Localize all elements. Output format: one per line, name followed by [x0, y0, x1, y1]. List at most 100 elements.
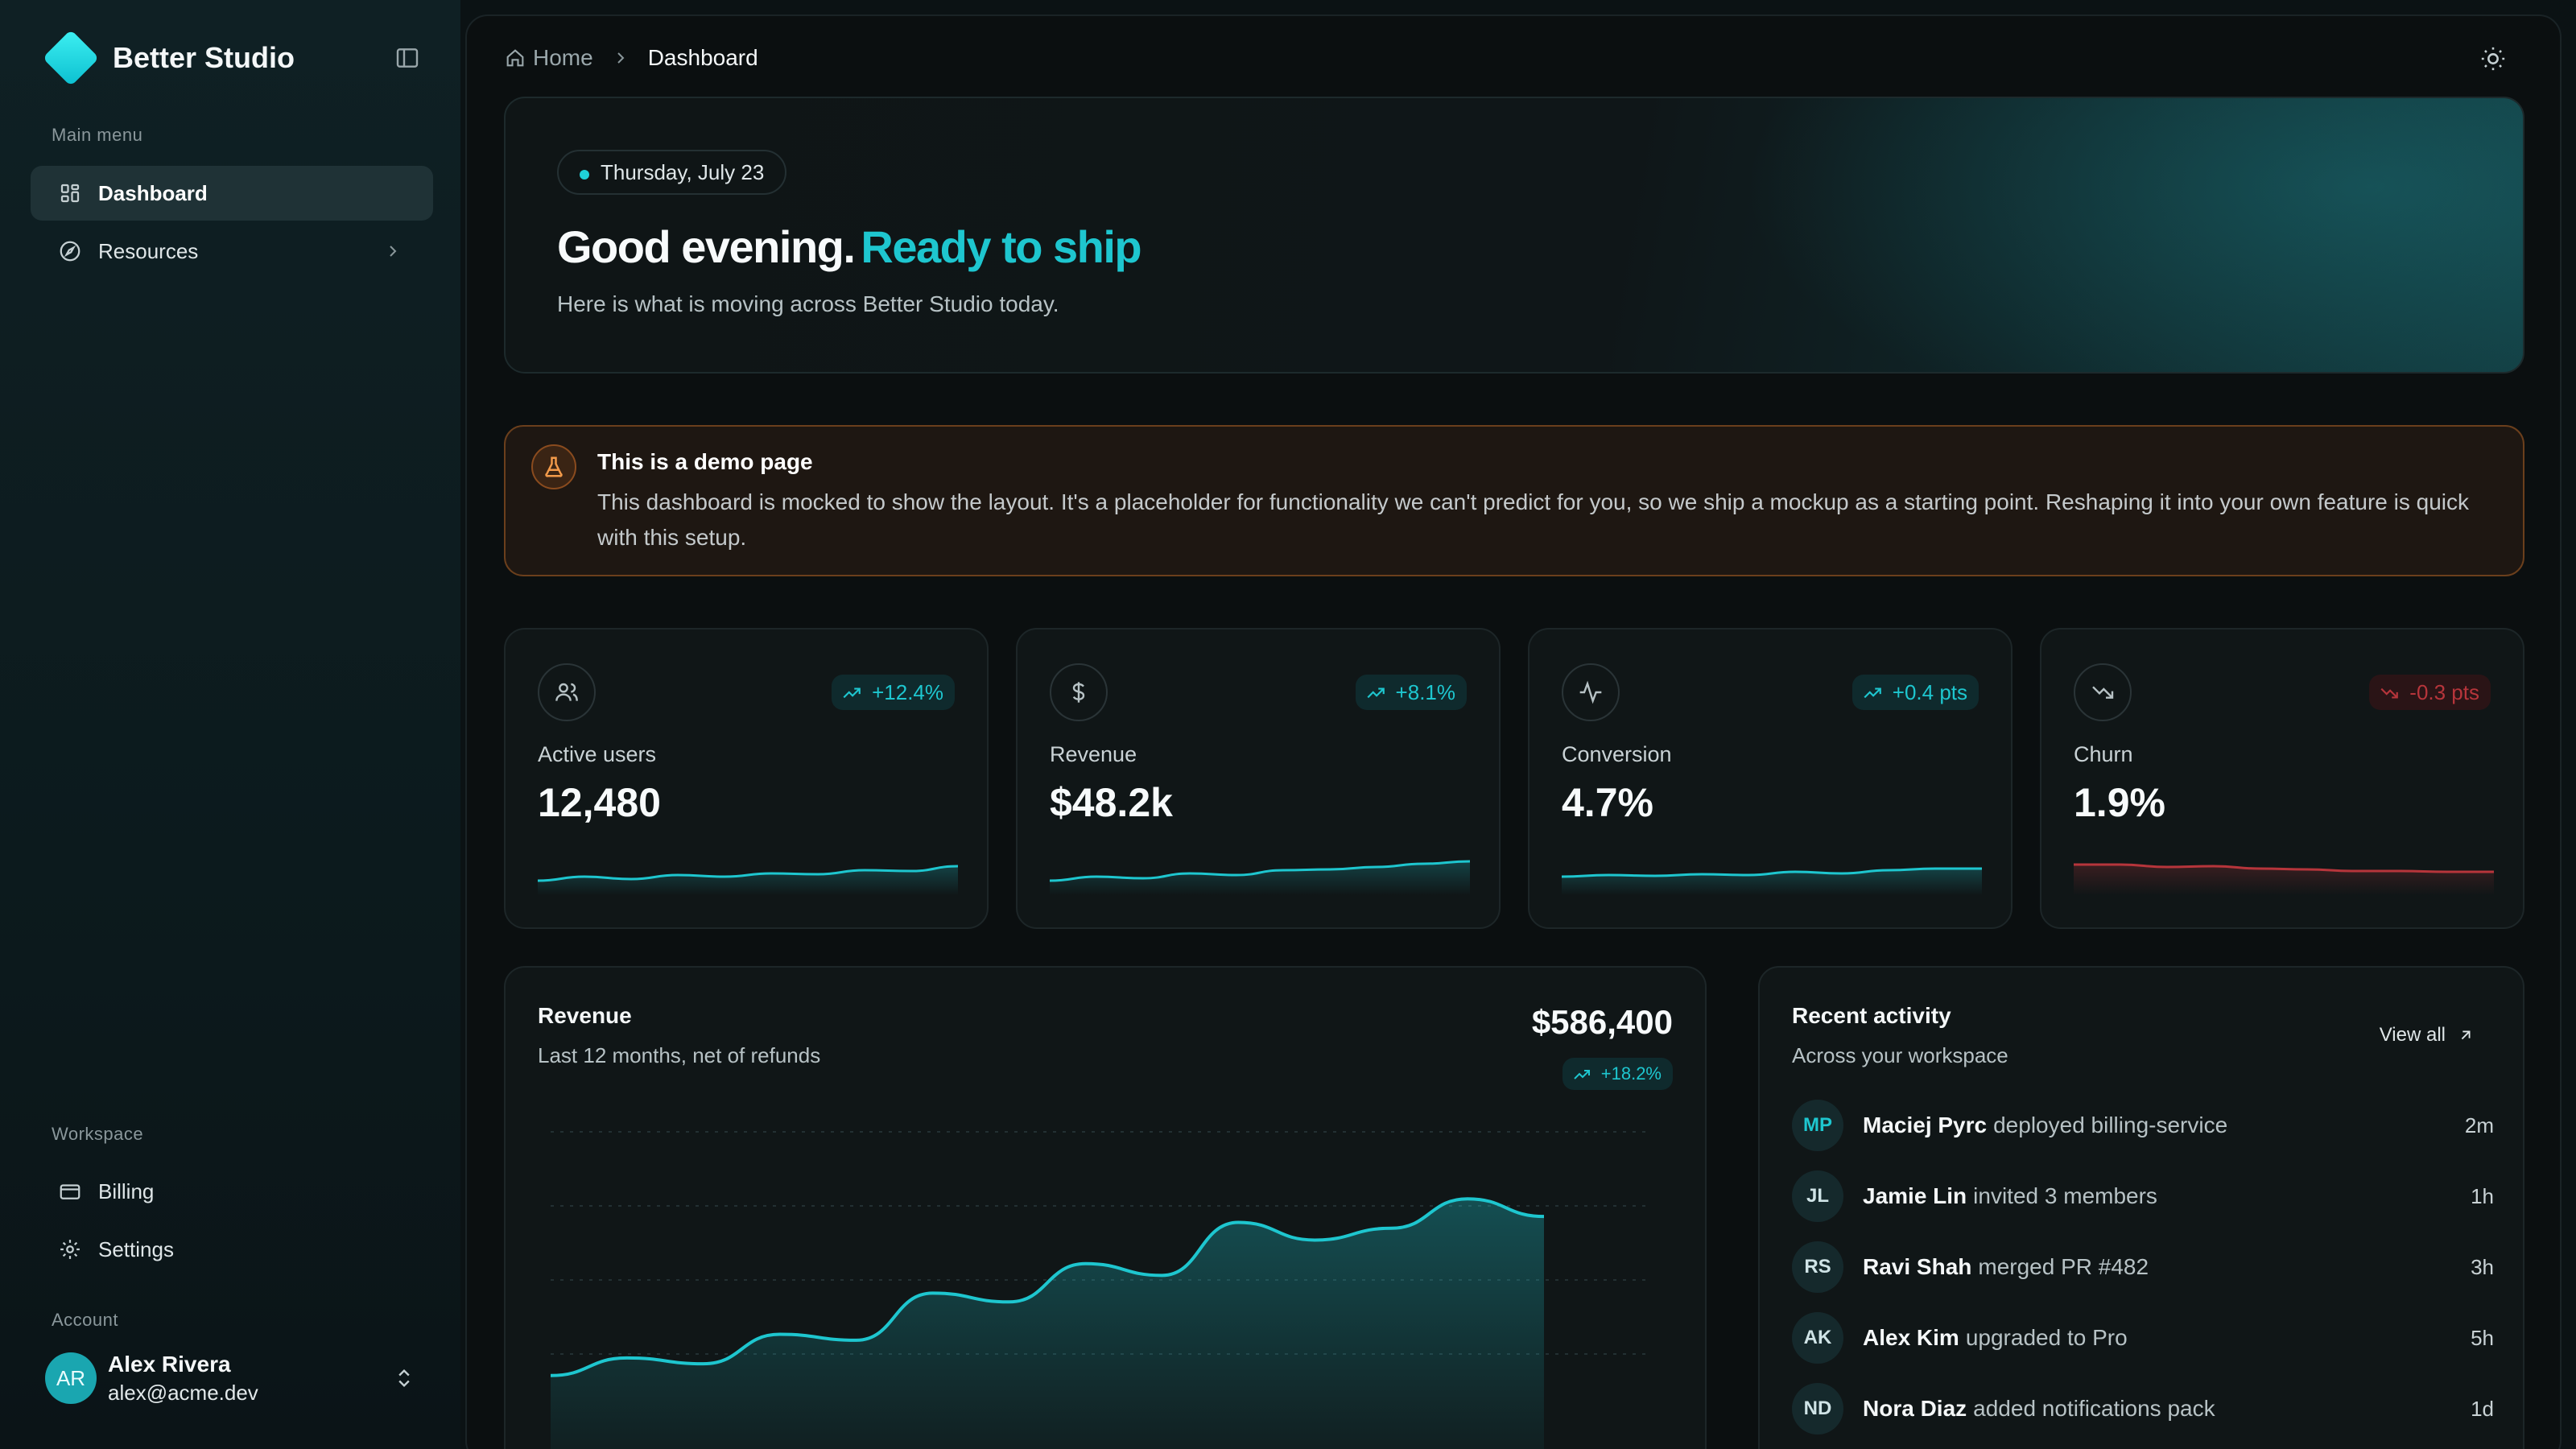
stat-delta: -0.3 pts — [2369, 675, 2491, 710]
activity-action: upgraded to Pro — [1965, 1325, 2128, 1350]
sparkline — [538, 865, 958, 895]
activity-action: deployed billing-service — [1993, 1113, 2228, 1137]
avatar: ND — [1792, 1383, 1843, 1435]
account-switcher[interactable]: AR Alex Rivera alex@acme.dev — [45, 1340, 423, 1417]
avatar: JL — [1792, 1170, 1843, 1222]
activity-time: 1d — [2471, 1396, 2494, 1421]
chevrons-up-down-icon[interactable] — [393, 1367, 415, 1389]
demo-notice: This is a demo page This dashboard is mo… — [504, 425, 2524, 576]
activity-text: Maciej Pyrc deployed billing-service — [1863, 1113, 2227, 1138]
hero-card: Thursday, July 23 Good evening. Ready to … — [504, 97, 2524, 374]
sidebar: Better Studio Main menu Dashboard Resour… — [0, 0, 460, 1449]
compass-icon — [58, 239, 82, 263]
stat-label: Active users — [538, 742, 657, 766]
stat-label: Churn — [2074, 742, 2133, 766]
activity-action: merged PR #482 — [1978, 1254, 2149, 1279]
stat-card-active-users: +12.4% Active users 12,480 — [504, 628, 989, 929]
sidebar-item-label: Dashboard — [98, 180, 208, 205]
sidebar-item-label: Settings — [98, 1236, 174, 1261]
breadcrumb: Home Dashboard — [504, 43, 758, 72]
stat-delta: +8.1% — [1355, 675, 1467, 710]
view-all-label: View all — [2379, 1024, 2446, 1046]
activity-user: Ravi Shah — [1863, 1254, 1972, 1279]
activity-text: Ravi Shah merged PR #482 — [1863, 1254, 2149, 1280]
activity-time: 5h — [2471, 1325, 2494, 1350]
user-email: alex@acme.dev — [108, 1380, 258, 1405]
sidebar-item-label: Resources — [98, 238, 199, 263]
sparkline — [2074, 863, 2494, 895]
activity-action: added notifications pack — [1973, 1396, 2215, 1421]
stat-delta: +12.4% — [832, 675, 955, 710]
activity-action: invited 3 members — [1973, 1183, 2157, 1208]
dollar-icon — [1050, 663, 1108, 721]
stat-delta-text: +12.4% — [872, 679, 943, 704]
stat-delta: +0.4 pts — [1852, 675, 1979, 710]
stat-delta-text: +8.1% — [1395, 679, 1455, 704]
hero-glow — [1637, 98, 2523, 372]
stat-card-conversion: +0.4 pts Conversion 4.7% — [1528, 628, 2013, 929]
activity-item[interactable]: MP Maciej Pyrc deployed billing-service 2m — [1792, 1098, 2494, 1153]
sparkline — [1050, 860, 1470, 895]
sidebar-item-billing[interactable]: Billing — [31, 1164, 433, 1219]
activity-user: Jamie Lin — [1863, 1183, 1967, 1208]
activity-icon — [1562, 663, 1620, 721]
flask-icon — [531, 444, 576, 489]
sidebar-item-dashboard[interactable]: Dashboard — [31, 166, 433, 221]
sidebar-toggle-icon[interactable] — [394, 45, 420, 71]
stat-value: $48.2k — [1050, 780, 1173, 825]
stat-value: 1.9% — [2074, 780, 2165, 825]
revenue-card: Revenue Last 12 months, net of refunds $… — [504, 966, 1707, 1449]
revenue-delta: +18.2% — [1562, 1058, 1673, 1090]
sidebar-item-resources[interactable]: Resources — [31, 224, 433, 279]
avatar: AK — [1792, 1312, 1843, 1364]
hero-subtitle: Here is what is moving across Better Stu… — [557, 291, 1059, 316]
stat-value: 4.7% — [1562, 780, 1653, 825]
breadcrumb-current: Dashboard — [647, 45, 758, 70]
page-title: Good evening. Ready to ship — [557, 221, 1142, 273]
activity-time: 2m — [2464, 1113, 2494, 1137]
activity-item[interactable]: JL Jamie Lin invited 3 members 1h — [1792, 1169, 2494, 1224]
credit-card-icon — [58, 1179, 82, 1203]
revenue-area — [551, 1199, 1544, 1449]
demo-body: This dashboard is mocked to show the lay… — [597, 489, 2470, 550]
stat-delta-text: -0.3 pts — [2409, 679, 2479, 704]
gear-icon — [58, 1237, 82, 1261]
activity-card: Recent activity Across your workspace Vi… — [1758, 966, 2524, 1449]
activity-time: 1h — [2471, 1183, 2494, 1208]
activity-item[interactable]: AK Alex Kim upgraded to Pro 5h — [1792, 1311, 2494, 1365]
revenue-subtitle: Last 12 months, net of refunds — [538, 1043, 821, 1067]
date-badge: Thursday, July 23 — [557, 150, 787, 195]
view-all-link[interactable]: View all — [2380, 1024, 2475, 1046]
breadcrumb-home[interactable]: Home — [533, 45, 593, 71]
sidebar-item-label: Billing — [98, 1179, 155, 1203]
sparkline — [1562, 867, 1982, 895]
activity-item[interactable]: ND Nora Diaz added notifications pack 1d — [1792, 1381, 2494, 1436]
account-label: Account — [52, 1310, 118, 1330]
revenue-chart — [550, 1131, 1649, 1449]
brand[interactable]: Better Studio — [42, 29, 295, 87]
sidebar-item-settings[interactable]: Settings — [31, 1222, 433, 1277]
chevron-right-icon — [611, 48, 630, 68]
workspace-label: Workspace — [52, 1124, 144, 1144]
stat-label: Conversion — [1562, 742, 1672, 766]
activity-user: Maciej Pyrc — [1863, 1113, 1988, 1137]
user-name: Alex Rivera — [108, 1351, 231, 1377]
avatar: RS — [1792, 1241, 1843, 1293]
revenue-total: $586,400 — [1531, 1003, 1673, 1041]
users-icon — [538, 663, 596, 721]
revenue-title: Revenue — [538, 1003, 632, 1028]
greeting-accent: Ready to ship — [861, 221, 1141, 272]
activity-text: Nora Diaz added notifications pack — [1863, 1396, 2215, 1422]
main-menu-label: Main menu — [52, 125, 143, 145]
activity-text: Alex Kim upgraded to Pro — [1863, 1325, 2128, 1351]
stat-card-revenue: +8.1% Revenue $48.2k — [1016, 628, 1501, 929]
chevron-right-icon — [383, 242, 402, 261]
activity-user: Nora Diaz — [1863, 1396, 1967, 1421]
arrow-up-right-icon — [2461, 1030, 2471, 1040]
brand-logo-icon — [42, 29, 100, 87]
activity-item[interactable]: RS Ravi Shah merged PR #482 3h — [1792, 1240, 2494, 1294]
sun-icon[interactable] — [2479, 45, 2507, 72]
activity-text: Jamie Lin invited 3 members — [1863, 1183, 2157, 1209]
demo-title: This is a demo page — [597, 449, 813, 474]
main-panel: Home Dashboard Thursday, July 23 Good ev… — [465, 14, 2562, 1449]
